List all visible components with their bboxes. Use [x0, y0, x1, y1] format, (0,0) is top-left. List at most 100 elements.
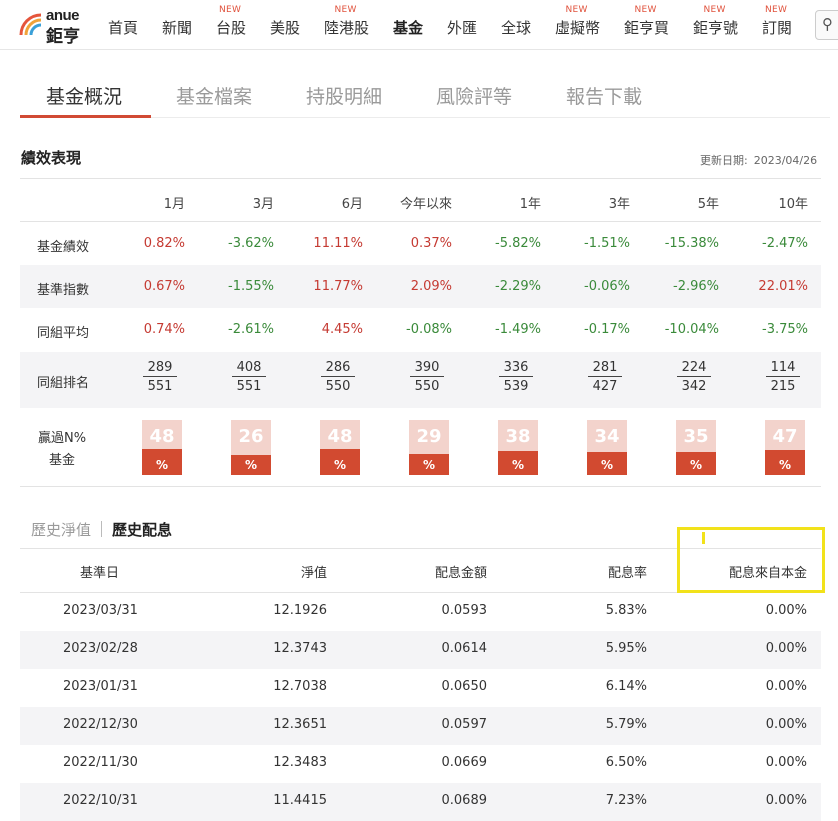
tab-history-dividend[interactable]: 歷史配息	[112, 521, 172, 539]
rank-denominator: 550	[325, 379, 351, 394]
search-icon: ⚲	[822, 15, 833, 33]
history-cell: 2023/03/31	[63, 603, 138, 618]
rank-label: 同組排名	[37, 376, 90, 391]
tab-separator	[101, 521, 103, 537]
history-header: 基準日	[80, 566, 120, 581]
new-badge: NEW	[634, 5, 657, 15]
nav-item[interactable]: 美股	[270, 17, 300, 38]
nav-item[interactable]: 全球	[501, 17, 531, 38]
history-cell: 2023/02/28	[63, 641, 138, 656]
beat-gauge: 34%	[587, 420, 627, 475]
nav-item[interactable]: 鉅亨號	[693, 17, 738, 38]
rank-numerator: 336	[499, 359, 533, 377]
gauge-value: 47	[772, 426, 798, 447]
performance-value: -0.08%	[406, 322, 452, 337]
history-header: 淨值	[300, 566, 327, 581]
new-badge: NEW	[219, 5, 242, 15]
highlight-box	[677, 527, 825, 593]
tab-reports[interactable]: 報告下載	[566, 82, 642, 109]
rank-numerator: 114	[766, 359, 800, 377]
performance-value: -15.38%	[664, 236, 719, 251]
anue-logo[interactable]: anue 鉅亨	[18, 7, 88, 47]
performance-value: -2.47%	[762, 236, 808, 251]
rank-denominator: 551	[236, 379, 262, 394]
history-cell: 0.00%	[765, 717, 807, 732]
rank-fraction: 286 550	[321, 359, 355, 395]
history-cell: 6.50%	[605, 755, 647, 770]
period-header: 1月	[163, 197, 185, 212]
performance-value: 11.11%	[313, 236, 363, 251]
gauge-percent-sign: %	[689, 458, 703, 472]
history-cell: 2022/12/30	[63, 717, 138, 732]
history-cell: 0.0614	[441, 641, 488, 656]
divider	[20, 178, 821, 179]
gauge-percent-sign: %	[600, 458, 614, 472]
performance-value: -10.04%	[664, 322, 719, 337]
tab-profile[interactable]: 基金檔案	[176, 82, 252, 109]
search-button[interactable]: ⚲	[815, 10, 838, 40]
active-tab-indicator	[20, 115, 151, 118]
period-header: 3年	[608, 197, 630, 212]
history-cell: 6.14%	[605, 679, 647, 694]
performance-title: 績效表現	[21, 149, 82, 167]
performance-value: 0.82%	[143, 236, 185, 251]
history-cell: 12.3743	[273, 641, 327, 656]
rank-denominator: 215	[770, 379, 796, 394]
gauge-percent-sign: %	[422, 458, 436, 472]
rank-fraction: 114 215	[766, 359, 800, 395]
nav-item[interactable]: 陸港股	[324, 17, 369, 38]
new-badge: NEW	[565, 5, 588, 15]
row-band	[20, 631, 821, 669]
rank-denominator: 551	[147, 379, 173, 394]
history-cell: 0.0593	[441, 603, 488, 618]
gauge-value: 48	[149, 426, 175, 447]
tab-overview[interactable]: 基金概況	[46, 82, 122, 109]
gauge-percent-sign: %	[244, 458, 258, 472]
performance-value: -3.75%	[762, 322, 808, 337]
gauge-percent-sign: %	[333, 458, 347, 472]
top-navigation: anue 鉅亨 首頁 新聞 台股 NEW 美股 陸港股 NEW 基金 外匯 全球 虛擬幣 NEW 鉅亨買…	[0, 0, 838, 50]
history-cell: 11.4415	[273, 793, 327, 808]
row-label: 基金績效	[37, 240, 90, 255]
nav-item[interactable]: 鉅亨買	[624, 17, 669, 38]
row-band	[20, 783, 821, 821]
history-cell: 0.00%	[765, 603, 807, 618]
divider	[20, 486, 821, 487]
beat-gauge: 48%	[320, 420, 360, 475]
tab-history-nav[interactable]: 歷史淨值	[31, 521, 91, 539]
nav-item[interactable]: 新聞	[162, 17, 192, 38]
nav-item[interactable]: 訂閱	[762, 17, 792, 38]
period-header: 今年以來	[399, 197, 452, 212]
rank-fraction: 224 342	[677, 359, 711, 395]
history-cell: 12.3651	[273, 717, 327, 732]
nav-item[interactable]: 外匯	[447, 17, 477, 38]
fund-tabs: 基金概況 基金檔案 持股明細 風險評等 報告下載	[20, 80, 830, 118]
content-area: 基金概況 基金檔案 持股明細 風險評等 報告下載 績效表現 更新日期: 2023/…	[0, 50, 838, 821]
nav-item[interactable]: 基金	[393, 17, 423, 38]
row-label: 同組平均	[37, 326, 90, 341]
tab-holdings[interactable]: 持股明細	[306, 82, 382, 109]
gauge-value: 26	[238, 426, 264, 447]
nav-item[interactable]: 首頁	[108, 17, 138, 38]
performance-value: 0.37%	[410, 236, 452, 251]
beat-gauge: 48%	[142, 420, 182, 475]
rank-numerator: 390	[410, 359, 444, 377]
performance-value: 0.74%	[143, 322, 185, 337]
performance-value: -1.55%	[228, 279, 274, 294]
performance-value: -0.17%	[584, 322, 630, 337]
gauge-percent-sign: %	[511, 458, 525, 472]
rank-numerator: 408	[232, 359, 266, 377]
period-header: 1年	[519, 197, 541, 212]
history-header: 配息率	[607, 566, 647, 581]
history-cell: 0.0597	[441, 717, 488, 732]
performance-value: 4.45%	[321, 322, 363, 337]
performance-value: -0.06%	[584, 279, 630, 294]
gauge-value: 48	[327, 426, 353, 447]
tab-risk[interactable]: 風險評等	[436, 82, 512, 109]
performance-value: 2.09%	[410, 279, 452, 294]
nav-item[interactable]: 台股	[216, 17, 246, 38]
period-header: 5年	[697, 197, 719, 212]
rank-numerator: 224	[677, 359, 711, 377]
nav-item[interactable]: 虛擬幣	[555, 17, 600, 38]
beat-gauge: 38%	[498, 420, 538, 475]
